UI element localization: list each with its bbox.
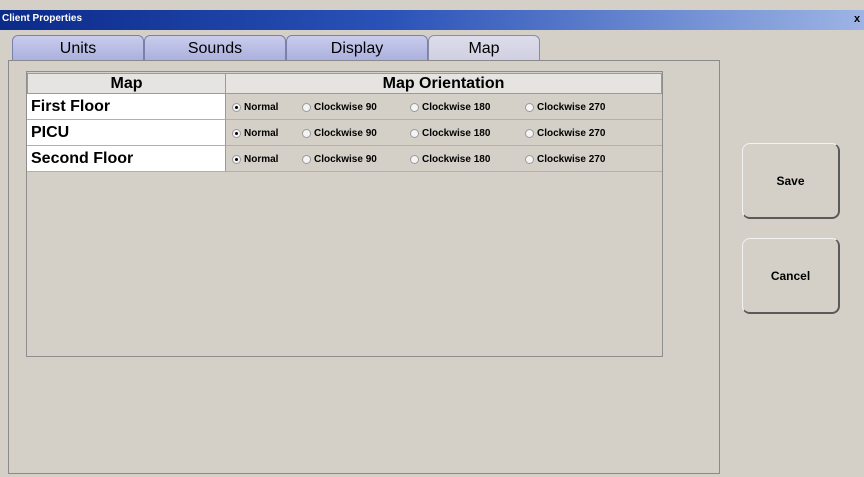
option-label: Clockwise 270 <box>537 101 606 113</box>
radio-selected-icon[interactable] <box>232 128 241 138</box>
tab-map[interactable]: Map <box>428 35 540 62</box>
option-label: Clockwise 90 <box>314 127 377 139</box>
orientation-option[interactable]: Clockwise 180 <box>410 100 490 114</box>
tab-sounds[interactable]: Sounds <box>144 35 286 61</box>
map-name-cell: First Floor <box>27 94 225 120</box>
radio-unselected-icon[interactable] <box>525 154 534 164</box>
option-label: Clockwise 90 <box>314 153 377 165</box>
radio-unselected-icon[interactable] <box>302 154 311 164</box>
option-label: Normal <box>244 153 279 165</box>
orientation-cell: Normal Clockwise 90 Clockwise 180 Clockw… <box>225 120 662 146</box>
radio-unselected-icon[interactable] <box>302 128 311 138</box>
option-label: Clockwise 270 <box>537 153 606 165</box>
option-label: Normal <box>244 101 279 113</box>
radio-unselected-icon[interactable] <box>410 128 419 138</box>
radio-unselected-icon[interactable] <box>302 102 311 112</box>
orientation-cell: Normal Clockwise 90 Clockwise 180 Clockw… <box>225 94 662 120</box>
table-row: PICU Normal Clockwise 90 Clockwise 180 C… <box>27 120 662 146</box>
title-bar: Client Properties x <box>0 10 864 30</box>
option-label: Clockwise 180 <box>422 153 491 165</box>
option-label: Clockwise 180 <box>422 101 491 113</box>
orientation-option[interactable]: Clockwise 270 <box>525 152 605 166</box>
close-icon[interactable]: x <box>851 12 863 26</box>
option-label: Clockwise 180 <box>422 127 491 139</box>
orientation-option[interactable]: Normal <box>232 126 278 140</box>
radio-unselected-icon[interactable] <box>410 102 419 112</box>
orientation-option[interactable]: Clockwise 270 <box>525 126 605 140</box>
cancel-button[interactable]: Cancel <box>742 238 840 314</box>
orientation-option[interactable]: Clockwise 270 <box>525 100 605 114</box>
orientation-option[interactable]: Clockwise 180 <box>410 126 490 140</box>
table-row: First Floor Normal Clockwise 90 Clockwis… <box>27 94 662 120</box>
orientation-option[interactable]: Clockwise 90 <box>302 126 377 140</box>
option-label: Clockwise 270 <box>537 127 606 139</box>
map-name-cell: Second Floor <box>27 146 225 172</box>
radio-unselected-icon[interactable] <box>525 102 534 112</box>
option-label: Clockwise 90 <box>314 101 377 113</box>
window-title: Client Properties <box>2 13 83 24</box>
column-header-map: Map <box>27 73 226 94</box>
orientation-option[interactable]: Normal <box>232 100 278 114</box>
table-row: Second Floor Normal Clockwise 90 Clockwi… <box>27 146 662 172</box>
orientation-option[interactable]: Clockwise 180 <box>410 152 490 166</box>
radio-unselected-icon[interactable] <box>525 128 534 138</box>
tab-display[interactable]: Display <box>286 35 428 61</box>
orientation-option[interactable]: Clockwise 90 <box>302 100 377 114</box>
save-button[interactable]: Save <box>742 143 840 219</box>
orientation-option[interactable]: Clockwise 90 <box>302 152 377 166</box>
orientation-option[interactable]: Normal <box>232 152 278 166</box>
option-label: Normal <box>244 127 279 139</box>
orientation-cell: Normal Clockwise 90 Clockwise 180 Clockw… <box>225 146 662 172</box>
tab-units[interactable]: Units <box>12 35 144 61</box>
radio-selected-icon[interactable] <box>232 102 241 112</box>
radio-selected-icon[interactable] <box>232 154 241 164</box>
radio-unselected-icon[interactable] <box>410 154 419 164</box>
column-header-orientation: Map Orientation <box>225 73 662 94</box>
map-name-cell: PICU <box>27 120 225 146</box>
